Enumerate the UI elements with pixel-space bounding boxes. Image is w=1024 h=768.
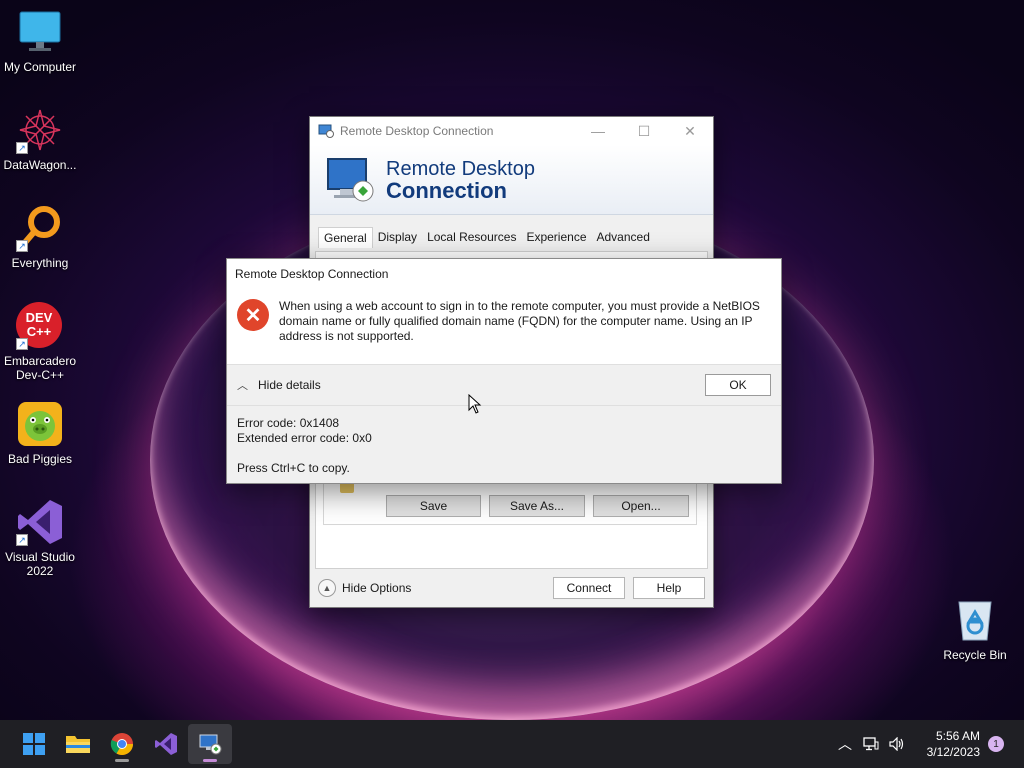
chevron-up-icon[interactable]: ︿ (832, 734, 858, 754)
desktop-icon-label: Embarcadero Dev-C++ (3, 354, 77, 382)
desktop-icon-label: Bad Piggies (7, 452, 73, 466)
rdp-titlebar[interactable]: Remote Desktop Connection — ☐ ✕ (310, 117, 713, 145)
recycle-bin-icon (951, 596, 999, 644)
desktop-icon-devcpp[interactable]: DEV C++ ↗ Embarcadero Dev-C++ (0, 302, 80, 382)
banner-line2: Connection (386, 177, 507, 203)
chevron-up-icon: ︿ (237, 380, 248, 392)
chevron-up-icon: ▲ (318, 579, 336, 597)
start-button[interactable] (12, 724, 56, 764)
tab-general[interactable]: General (318, 227, 373, 248)
rdp-window-title: Remote Desktop Connection (340, 124, 494, 138)
desktop-icon-label: Recycle Bin (943, 648, 1007, 662)
taskbar-chrome[interactable] (100, 724, 144, 764)
save-button[interactable]: Save (386, 495, 481, 517)
monitor-icon (16, 8, 64, 56)
system-tray: ︿ 5:56 AM 3/12/2023 1 (832, 720, 1024, 768)
shortcut-arrow-icon: ↗ (16, 338, 28, 350)
connect-button[interactable]: Connect (553, 577, 625, 599)
clock-time: 5:56 AM (935, 729, 980, 743)
devcpp-icon: DEV C++ ↗ (16, 302, 64, 350)
visual-studio-icon (155, 733, 177, 755)
remote-desktop-icon (199, 734, 222, 755)
clock[interactable]: 5:56 AM 3/12/2023 (910, 728, 980, 760)
rdp-monitor-icon (327, 157, 374, 201)
taskbar-visual-studio[interactable] (144, 724, 188, 764)
banner-line1: Remote Desktop (386, 157, 535, 180)
taskbar-file-explorer[interactable] (56, 724, 100, 764)
rdp-app-icon (318, 124, 334, 138)
help-button[interactable]: Help (633, 577, 705, 599)
desktop-icon-visual-studio[interactable]: ↗ Visual Studio 2022 (0, 498, 80, 578)
shortcut-arrow-icon: ↗ (16, 142, 28, 154)
windows-logo-icon (23, 733, 45, 755)
desktop-icon-everything[interactable]: ↗ Everything (0, 204, 80, 270)
error-dialog-title: Remote Desktop Connection (235, 267, 389, 281)
hide-details-label: Hide details (258, 378, 321, 392)
rdp-tabs: General Display Local Resources Experien… (310, 215, 713, 248)
copy-hint: Press Ctrl+C to copy. (237, 461, 350, 475)
notification-badge[interactable]: 1 (988, 736, 1004, 752)
close-icon[interactable]: ✕ (667, 117, 713, 145)
tab-experience[interactable]: Experience (521, 227, 591, 248)
visual-studio-icon: ↗ (16, 498, 64, 546)
chrome-icon (110, 733, 133, 755)
save-buttons-row: Save Save As... Open... (386, 495, 689, 517)
rdp-footer: ▲ Hide Options Connect Help (310, 569, 713, 607)
error-message: When using a web account to sign in to t… (279, 299, 760, 343)
error-icon: ✕ (237, 299, 269, 331)
shortcut-arrow-icon: ↗ (16, 534, 28, 546)
minimize-icon[interactable]: — (575, 117, 621, 145)
running-indicator (203, 759, 217, 762)
running-indicator (115, 759, 129, 762)
tab-local-resources[interactable]: Local Resources (422, 227, 521, 248)
desktop-icon-label: My Computer (3, 60, 77, 74)
error-dialog-actions: ︿ Hide details OK (227, 364, 781, 406)
hide-options-label: Hide Options (342, 581, 412, 595)
extended-error-code: Extended error code: 0x0 (237, 431, 372, 445)
clock-date: 3/12/2023 (926, 745, 980, 759)
tab-display[interactable]: Display (373, 227, 422, 248)
save-as-button[interactable]: Save As... (489, 495, 585, 517)
pig-icon (16, 400, 64, 448)
desktop-icon-recycle-bin[interactable]: Recycle Bin (935, 596, 1015, 662)
error-code: Error code: 0x1408 (237, 416, 340, 430)
hide-details-toggle[interactable]: ︿ Hide details (237, 377, 705, 393)
rdp-banner-text: Remote Desktop Connection (386, 158, 535, 202)
folder-icon (66, 736, 90, 753)
tab-advanced[interactable]: Advanced (592, 227, 655, 248)
desktop-icon-datawagon[interactable]: ↗ DataWagon... (0, 106, 80, 172)
hide-options-toggle[interactable]: ▲ Hide Options (318, 579, 553, 597)
desktop-icon-label: Everything (11, 256, 69, 270)
maximize-icon[interactable]: ☐ (621, 117, 667, 145)
taskbar-remote-desktop[interactable] (188, 724, 232, 764)
shortcut-arrow-icon: ↗ (16, 240, 28, 252)
error-details: Error code: 0x1408 Extended error code: … (227, 406, 781, 483)
desktop-icon-my-computer[interactable]: My Computer (0, 8, 80, 74)
desktop-icon-label: DataWagon... (3, 158, 77, 172)
datawagon-icon: ↗ (16, 106, 64, 154)
open-button[interactable]: Open... (593, 495, 689, 517)
magnifier-icon: ↗ (16, 204, 64, 252)
error-dialog-body: ✕ When using a web account to sign in to… (227, 287, 781, 344)
taskbar: ︿ 5:56 AM 3/12/2023 1 (0, 720, 1024, 768)
network-icon[interactable] (858, 737, 884, 751)
rdp-banner: Remote Desktop Connection (310, 145, 713, 215)
desktop-icon-label: Visual Studio 2022 (5, 550, 75, 578)
error-dialog: Remote Desktop Connection ✕ When using a… (226, 258, 782, 484)
mouse-cursor-icon (468, 394, 482, 414)
volume-icon[interactable] (884, 737, 910, 751)
desktop-icon-bad-piggies[interactable]: Bad Piggies (0, 400, 80, 466)
ok-button[interactable]: OK (705, 374, 771, 396)
